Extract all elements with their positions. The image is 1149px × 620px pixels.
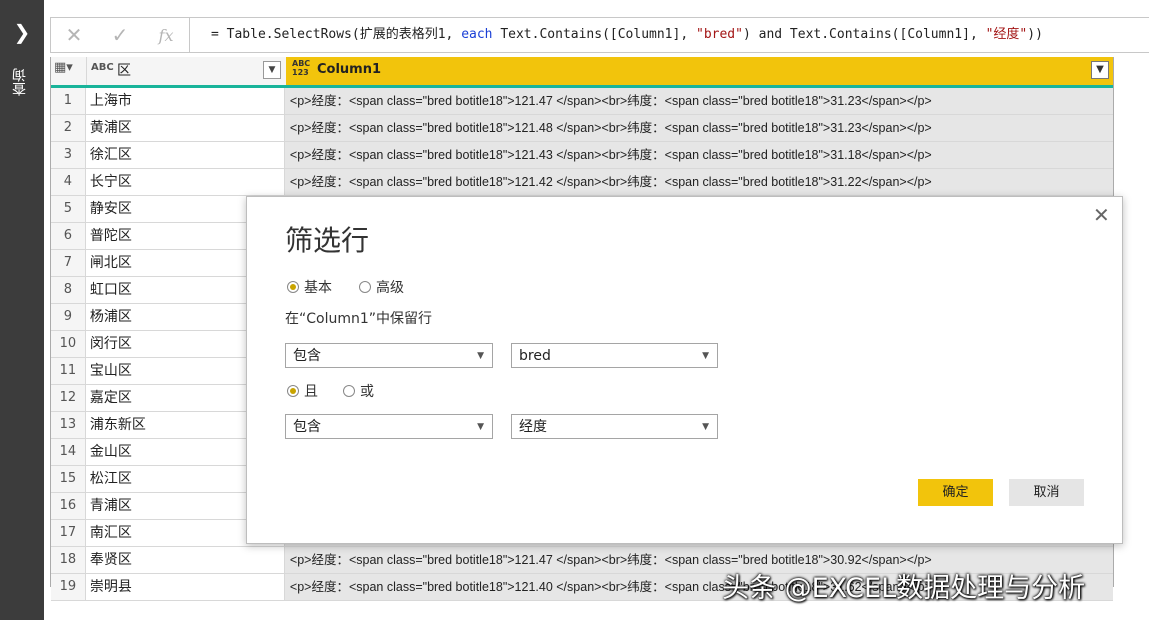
row-number[interactable]: 7 (51, 250, 86, 276)
column-header-column1[interactable]: ABC 123 Column1 ▼ (286, 57, 1113, 85)
formula-part: )) (1027, 27, 1043, 42)
district-cell[interactable]: 黄浦区 (85, 115, 285, 141)
formula-part: Text.Contains([Column1], (492, 27, 696, 42)
select-value: bred (519, 348, 551, 364)
filter-rows-dialog: ✕ 筛选行 基本 高级 在“Column1”中保留行 包含 ▼ bred ▼ 且 或… (246, 196, 1123, 544)
row-number[interactable]: 2 (51, 115, 86, 141)
radio-selected-icon[interactable] (287, 281, 299, 293)
radio-label: 基本 (304, 280, 332, 296)
district-cell[interactable]: 长宁区 (85, 169, 285, 195)
table-row[interactable]: 4 长宁区 <p>经度：<span class="bred botitle18">1… (51, 169, 1113, 196)
checkmark-icon[interactable]: ✓ (97, 23, 143, 47)
cancel-button[interactable]: 取消 (1009, 479, 1084, 506)
row-number[interactable]: 5 (51, 196, 86, 222)
chevron-right-icon[interactable]: ❯ (0, 18, 44, 46)
chevron-down-icon[interactable]: ▼ (263, 61, 281, 79)
radio-icon[interactable] (343, 385, 355, 397)
type-bottom: 123 (292, 68, 309, 77)
column1-cell[interactable]: <p>经度：<span class="bred botitle18">121.4… (284, 142, 1113, 168)
watermark: 头条 @EXCEL数据处理与分析 (722, 573, 1086, 604)
row-number[interactable]: 4 (51, 169, 86, 195)
column1-cell[interactable]: <p>经度：<span class="bred botitle18">121.4… (284, 169, 1113, 195)
table-row[interactable]: 1 上海市 <p>经度：<span class="bred botitle18">1… (51, 88, 1113, 115)
condition1-value-input[interactable]: bred ▼ (511, 343, 718, 368)
row-number[interactable]: 6 (51, 223, 86, 249)
select-value: 包含 (293, 348, 321, 364)
formula-part: ) and Text.Contains([Column1], (742, 27, 986, 42)
column1-cell[interactable]: <p>经度：<span class="bred botitle18">121.4… (284, 115, 1113, 141)
close-icon[interactable]: ✕ (51, 23, 97, 47)
filter-description: 在“Column1”中保留行 (285, 311, 433, 327)
advanced-mode-radio[interactable]: 高级 (359, 277, 404, 297)
row-number[interactable]: 1 (51, 88, 86, 114)
condition1-operator-select[interactable]: 包含 ▼ (285, 343, 493, 368)
select-value: 经度 (519, 419, 547, 435)
formula-part: = Table.SelectRows(扩展的表格列1, (211, 27, 462, 42)
fx-icon[interactable]: fx (143, 26, 189, 45)
column1-cell[interactable]: <p>经度：<span class="bred botitle18">121.4… (284, 88, 1113, 114)
text-type-icon[interactable]: ABC (91, 62, 114, 73)
formula-string: "bred" (696, 27, 743, 42)
any-type-icon[interactable]: ABC 123 (292, 59, 310, 77)
district-cell[interactable]: 上海市 (85, 88, 285, 114)
formula-string: "经度" (985, 27, 1028, 42)
close-icon[interactable]: ✕ (1093, 203, 1110, 227)
condition2-value-input[interactable]: 经度 ▼ (511, 414, 718, 439)
filter-icon[interactable]: ▼ (1091, 61, 1109, 79)
radio-label: 高级 (376, 280, 404, 296)
row-number[interactable]: 13 (51, 412, 86, 438)
radio-label: 且 (304, 384, 318, 400)
row-number[interactable]: 17 (51, 520, 86, 546)
type-top: ABC (292, 59, 311, 68)
row-number[interactable]: 12 (51, 385, 86, 411)
row-number[interactable]: 14 (51, 439, 86, 465)
dialog-title: 筛选行 (285, 224, 370, 257)
row-number[interactable]: 10 (51, 331, 86, 357)
condition2-operator-select[interactable]: 包含 ▼ (285, 414, 493, 439)
column-header-label: Column1 (317, 62, 382, 77)
chevron-down-icon[interactable]: ▼ (477, 415, 484, 440)
row-number[interactable]: 19 (51, 574, 86, 600)
district-cell[interactable]: 崇明县 (85, 574, 285, 600)
radio-icon[interactable] (359, 281, 371, 293)
table-menu-icon[interactable]: ▦▾ (54, 60, 82, 82)
formula-bar: ✕ ✓ fx = Table.SelectRows(扩展的表格列1, each … (50, 17, 1149, 53)
column-header-district[interactable]: ABC 区 ▼ (86, 57, 285, 85)
district-cell[interactable]: 奉贤区 (85, 547, 285, 573)
chevron-down-icon[interactable]: ▼ (702, 344, 709, 369)
formula-input[interactable]: = Table.SelectRows(扩展的表格列1, each Text.Co… (211, 18, 1043, 52)
queries-panel-label[interactable]: 查询 (10, 68, 30, 96)
table-row[interactable]: 3 徐汇区 <p>经度：<span class="bred botitle18">1… (51, 142, 1113, 169)
ok-button[interactable]: 确定 (918, 479, 993, 506)
row-number[interactable]: 16 (51, 493, 86, 519)
chevron-down-icon[interactable]: ▼ (702, 415, 709, 440)
row-number[interactable]: 8 (51, 277, 86, 303)
radio-label: 或 (360, 384, 374, 400)
table-row[interactable]: 2 黄浦区 <p>经度：<span class="bred botitle18">1… (51, 115, 1113, 142)
row-number[interactable]: 15 (51, 466, 86, 492)
select-value: 包含 (293, 419, 321, 435)
column-header-label: 区 (117, 63, 131, 79)
basic-mode-radio[interactable]: 基本 (287, 277, 332, 297)
or-radio[interactable]: 或 (343, 381, 374, 401)
and-radio[interactable]: 且 (287, 381, 318, 401)
formula-keyword: each (461, 27, 493, 42)
chevron-down-icon[interactable]: ▼ (477, 344, 484, 369)
row-number[interactable]: 9 (51, 304, 86, 330)
radio-selected-icon[interactable] (287, 385, 299, 397)
row-number[interactable]: 11 (51, 358, 86, 384)
row-number[interactable]: 18 (51, 547, 86, 573)
formula-icons: ✕ ✓ fx (51, 18, 190, 52)
district-cell[interactable]: 徐汇区 (85, 142, 285, 168)
row-number[interactable]: 3 (51, 142, 86, 168)
